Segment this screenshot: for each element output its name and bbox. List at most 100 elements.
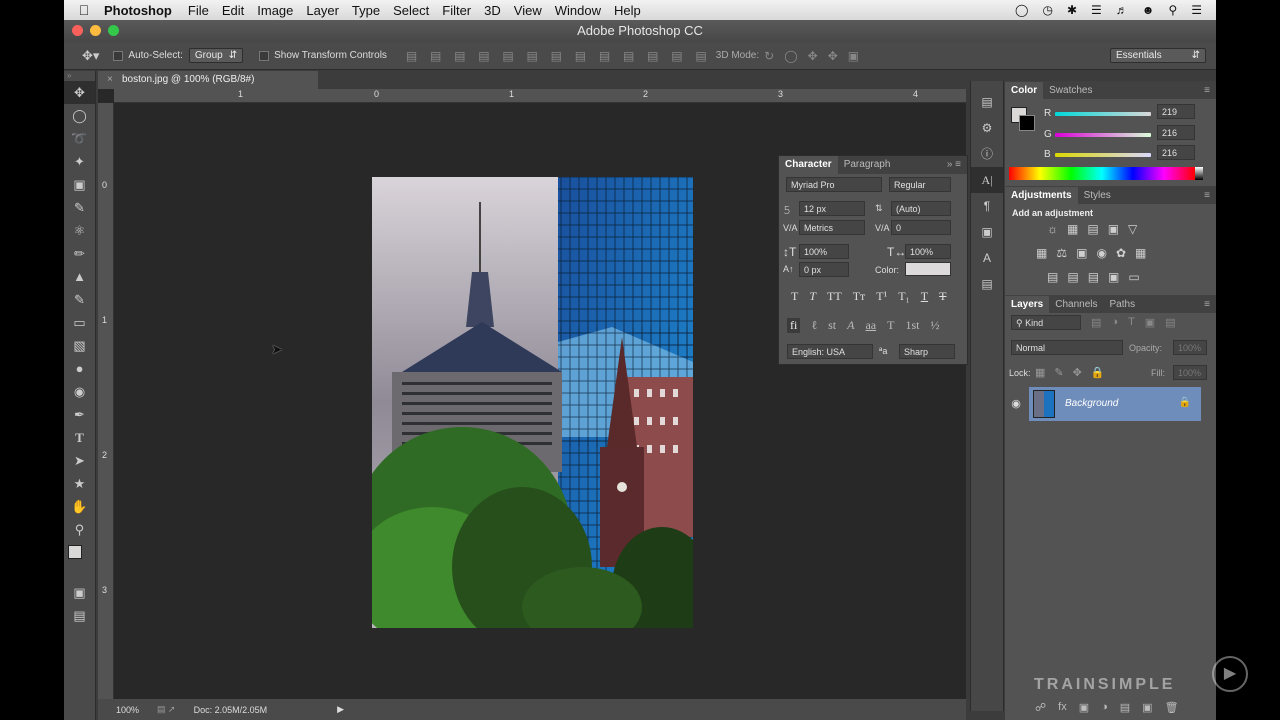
antialias-dropdown[interactable]: Sharp (899, 344, 955, 359)
panel-menu-icon[interactable]: » ≡ (941, 156, 967, 174)
tracking-dropdown[interactable]: 0 (891, 220, 951, 235)
color-balance-icon[interactable]: ⚖ (1056, 246, 1067, 260)
exposure-icon[interactable]: ▣ (1108, 222, 1119, 236)
posterize-icon[interactable]: ▤ (1067, 270, 1078, 284)
auto-align-icon[interactable]: ▤ (695, 49, 706, 63)
tab-channels[interactable]: Channels (1049, 296, 1103, 313)
blend-mode-dropdown[interactable]: Normal (1011, 340, 1123, 355)
layer-comps-icon[interactable]: ▣ (971, 219, 1003, 245)
foreground-color-swatch[interactable] (68, 545, 82, 559)
tab-styles[interactable]: Styles (1078, 187, 1117, 204)
language-dropdown[interactable]: English: USA (787, 344, 873, 359)
filter-type-icon[interactable]: T (1128, 316, 1135, 329)
spotlight-icon[interactable]: ⚲ (1168, 3, 1177, 17)
menu-layer[interactable]: Layer (306, 3, 349, 18)
channel-mixer-icon[interactable]: ✿ (1116, 246, 1126, 260)
lock-transparent-icon[interactable]: ▦ (1035, 366, 1045, 379)
character-styles-icon[interactable]: A (971, 245, 1003, 271)
clone-stamp-tool-icon[interactable]: ▲ (64, 265, 95, 288)
superscript-icon[interactable]: T¹ (876, 289, 887, 304)
lock-image-icon[interactable]: ✎ (1054, 366, 1063, 379)
fractions-icon[interactable]: ½ (930, 318, 939, 333)
color-lookup-icon[interactable]: ▦ (1135, 246, 1146, 260)
menu-select[interactable]: Select (393, 3, 439, 18)
b-field[interactable]: 216 (1157, 145, 1195, 160)
creative-cloud-icon[interactable]: ◯ (1015, 3, 1028, 17)
lasso-tool-icon[interactable]: ➰ (64, 127, 95, 150)
align-left-icon[interactable]: ▤ (478, 49, 489, 63)
healing-brush-tool-icon[interactable]: ⚛ (64, 219, 95, 242)
eraser-tool-icon[interactable]: ▭ (64, 311, 95, 334)
selective-color-icon[interactable]: ▣ (1108, 270, 1119, 284)
zoom-level[interactable]: 100% (116, 705, 139, 715)
menu-help[interactable]: Help (614, 3, 651, 18)
gradient-tool-icon[interactable]: ▧ (64, 334, 95, 357)
distribute-bottom-icon[interactable]: ▤ (599, 49, 610, 63)
align-right-icon[interactable]: ▤ (527, 49, 538, 63)
layer-row-background[interactable]: Background 🔒 (1029, 387, 1201, 421)
status-menu-arrow-icon[interactable]: ▶ (337, 704, 344, 715)
apple-icon[interactable]:  (64, 2, 104, 18)
leading-field[interactable]: (Auto) (891, 201, 951, 216)
font-style-dropdown[interactable]: Regular (889, 177, 951, 192)
new-group-icon[interactable]: ▤ (1120, 701, 1130, 714)
text-color-swatch[interactable] (905, 262, 951, 276)
shape-tool-icon[interactable]: ★ (64, 472, 95, 495)
menu-window[interactable]: Window (555, 3, 611, 18)
distribute-center-icon[interactable]: ▤ (647, 49, 658, 63)
screen-mode-icon[interactable]: ▤ (64, 604, 95, 627)
tab-character[interactable]: Character (779, 156, 838, 174)
info-panel-icon[interactable]: ⓘ (971, 141, 1003, 167)
ordinals-1st-icon[interactable]: 1st (905, 318, 919, 333)
hand-tool-icon[interactable]: ✋ (64, 495, 95, 518)
time-machine-icon[interactable]: ◷ (1042, 3, 1052, 17)
font-family-dropdown[interactable]: Myriad Pro (786, 177, 882, 192)
black-white-icon[interactable]: ▣ (1076, 246, 1087, 260)
faux-italic-icon[interactable]: T (809, 289, 816, 304)
brush-tool-icon[interactable]: ✏ (64, 242, 95, 265)
align-bottom-icon[interactable]: ▤ (454, 49, 465, 63)
visibility-eye-icon[interactable]: ◉ (1005, 387, 1027, 421)
all-caps-icon[interactable]: TT (827, 289, 842, 304)
r-field[interactable]: 219 (1157, 104, 1195, 119)
color-spectrum-bar[interactable] (1009, 167, 1195, 180)
document-tab[interactable]: × boston.jpg @ 100% (RGB/8#) (98, 71, 318, 89)
curves-icon[interactable]: ▤ (1087, 222, 1098, 236)
lock-position-icon[interactable]: ✥ (1073, 366, 1082, 379)
menu-3d[interactable]: 3D (484, 3, 511, 18)
3d-slide-icon[interactable]: ✥ (828, 49, 838, 63)
auto-select-checkbox[interactable] (113, 50, 124, 61)
distribute-top-icon[interactable]: ▤ (551, 49, 562, 63)
history-panel-icon[interactable]: ▤ (971, 89, 1003, 115)
3d-rotate-icon[interactable]: ↻ (764, 49, 774, 63)
lock-all-icon[interactable]: 🔒 (1091, 366, 1105, 379)
path-selection-tool-icon[interactable]: ➤ (64, 449, 95, 472)
filter-pixel-icon[interactable]: ▤ (1091, 316, 1101, 329)
delete-layer-icon[interactable]: 🗑 (1165, 701, 1179, 714)
history-brush-tool-icon[interactable]: ✎ (64, 288, 95, 311)
tab-paragraph[interactable]: Paragraph (838, 156, 897, 174)
kerning-dropdown[interactable]: Metrics (799, 220, 865, 235)
underline-icon[interactable]: T (921, 289, 928, 304)
character-panel-icon[interactable]: A| (971, 167, 1003, 193)
ordinals-icon[interactable]: T (887, 318, 894, 333)
new-adjustment-layer-icon[interactable]: ◑ (1101, 701, 1108, 714)
menu-view[interactable]: View (514, 3, 552, 18)
new-layer-icon[interactable]: ▣ (1142, 701, 1152, 714)
play-overlay-icon[interactable]: ▶ (1212, 656, 1248, 692)
workspace-dropdown[interactable]: Essentials ⇵ (1110, 48, 1206, 63)
black-white-ramp[interactable] (1195, 167, 1203, 180)
3d-drag-icon[interactable]: ✥ (808, 49, 818, 63)
zoom-window-button[interactable] (108, 25, 119, 36)
gradient-map-icon[interactable]: ▭ (1128, 270, 1139, 284)
align-middle-icon[interactable]: ▤ (430, 49, 441, 63)
g-field[interactable]: 216 (1157, 125, 1195, 140)
filter-smart-object-icon[interactable]: ▤ (1165, 316, 1175, 329)
r-slider[interactable] (1055, 112, 1151, 116)
small-caps-icon[interactable]: Tт (853, 289, 866, 304)
3d-scale-icon[interactable]: ▣ (848, 49, 859, 63)
align-center-icon[interactable]: ▤ (502, 49, 513, 63)
type-tool-icon[interactable]: T (64, 426, 95, 449)
horizontal-scale-field[interactable]: 100% (905, 244, 951, 259)
libraries-icon[interactable]: ▤ (971, 271, 1003, 297)
